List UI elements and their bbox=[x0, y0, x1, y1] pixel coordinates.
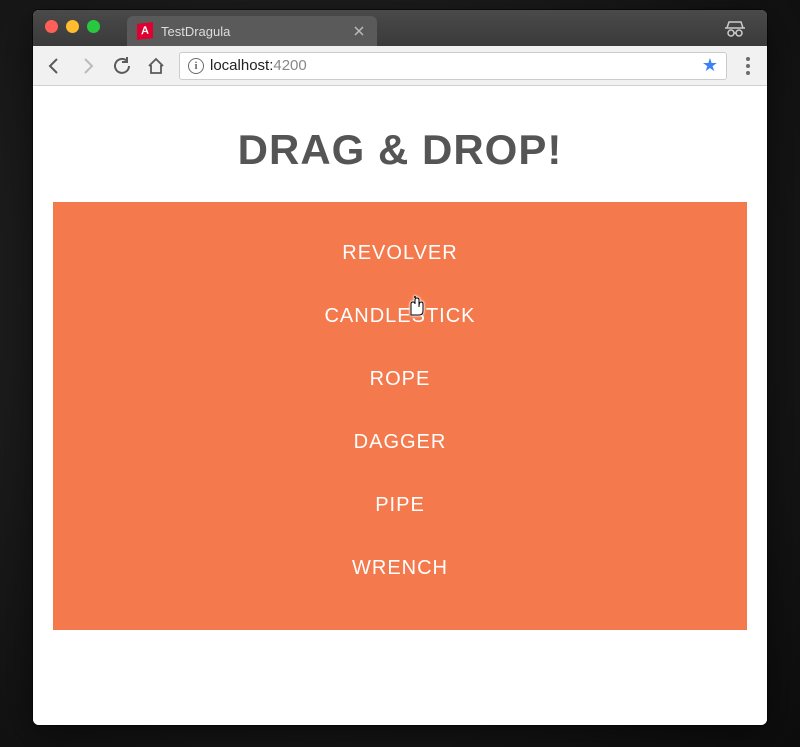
window-controls bbox=[45, 20, 100, 33]
list-item[interactable]: CANDLESTICK bbox=[53, 285, 747, 348]
site-info-icon[interactable]: i bbox=[188, 58, 204, 74]
page-content: DRAG & DROP! REVOLVER CANDLESTICK ROPE D… bbox=[33, 86, 767, 725]
list-item[interactable]: ROPE bbox=[53, 348, 747, 411]
browser-menu-button[interactable] bbox=[739, 57, 757, 75]
forward-button[interactable] bbox=[77, 55, 99, 77]
close-window-button[interactable] bbox=[45, 20, 58, 33]
list-item[interactable]: REVOLVER bbox=[53, 222, 747, 285]
titlebar: A TestDragula bbox=[33, 10, 767, 46]
close-tab-button[interactable] bbox=[351, 23, 367, 39]
browser-toolbar: i localhost:4200 ★ bbox=[33, 46, 767, 86]
list-item[interactable]: DAGGER bbox=[53, 411, 747, 474]
angular-favicon-icon: A bbox=[137, 22, 153, 40]
browser-window: A TestDragula bbox=[33, 10, 767, 725]
bookmark-star-icon[interactable]: ★ bbox=[702, 55, 718, 76]
browser-tab[interactable]: A TestDragula bbox=[127, 16, 377, 46]
url-text: localhost:4200 bbox=[210, 57, 307, 74]
list-item[interactable]: WRENCH bbox=[53, 537, 747, 600]
incognito-icon bbox=[723, 18, 747, 43]
tab-title: TestDragula bbox=[161, 24, 230, 39]
page-title: DRAG & DROP! bbox=[53, 126, 747, 174]
address-bar[interactable]: i localhost:4200 ★ bbox=[179, 52, 727, 80]
list-item[interactable]: PIPE bbox=[53, 474, 747, 537]
back-button[interactable] bbox=[43, 55, 65, 77]
home-button[interactable] bbox=[145, 55, 167, 77]
minimize-window-button[interactable] bbox=[66, 20, 79, 33]
reload-button[interactable] bbox=[111, 55, 133, 77]
maximize-window-button[interactable] bbox=[87, 20, 100, 33]
drag-drop-panel: REVOLVER CANDLESTICK ROPE DAGGER PIPE WR… bbox=[53, 202, 747, 630]
